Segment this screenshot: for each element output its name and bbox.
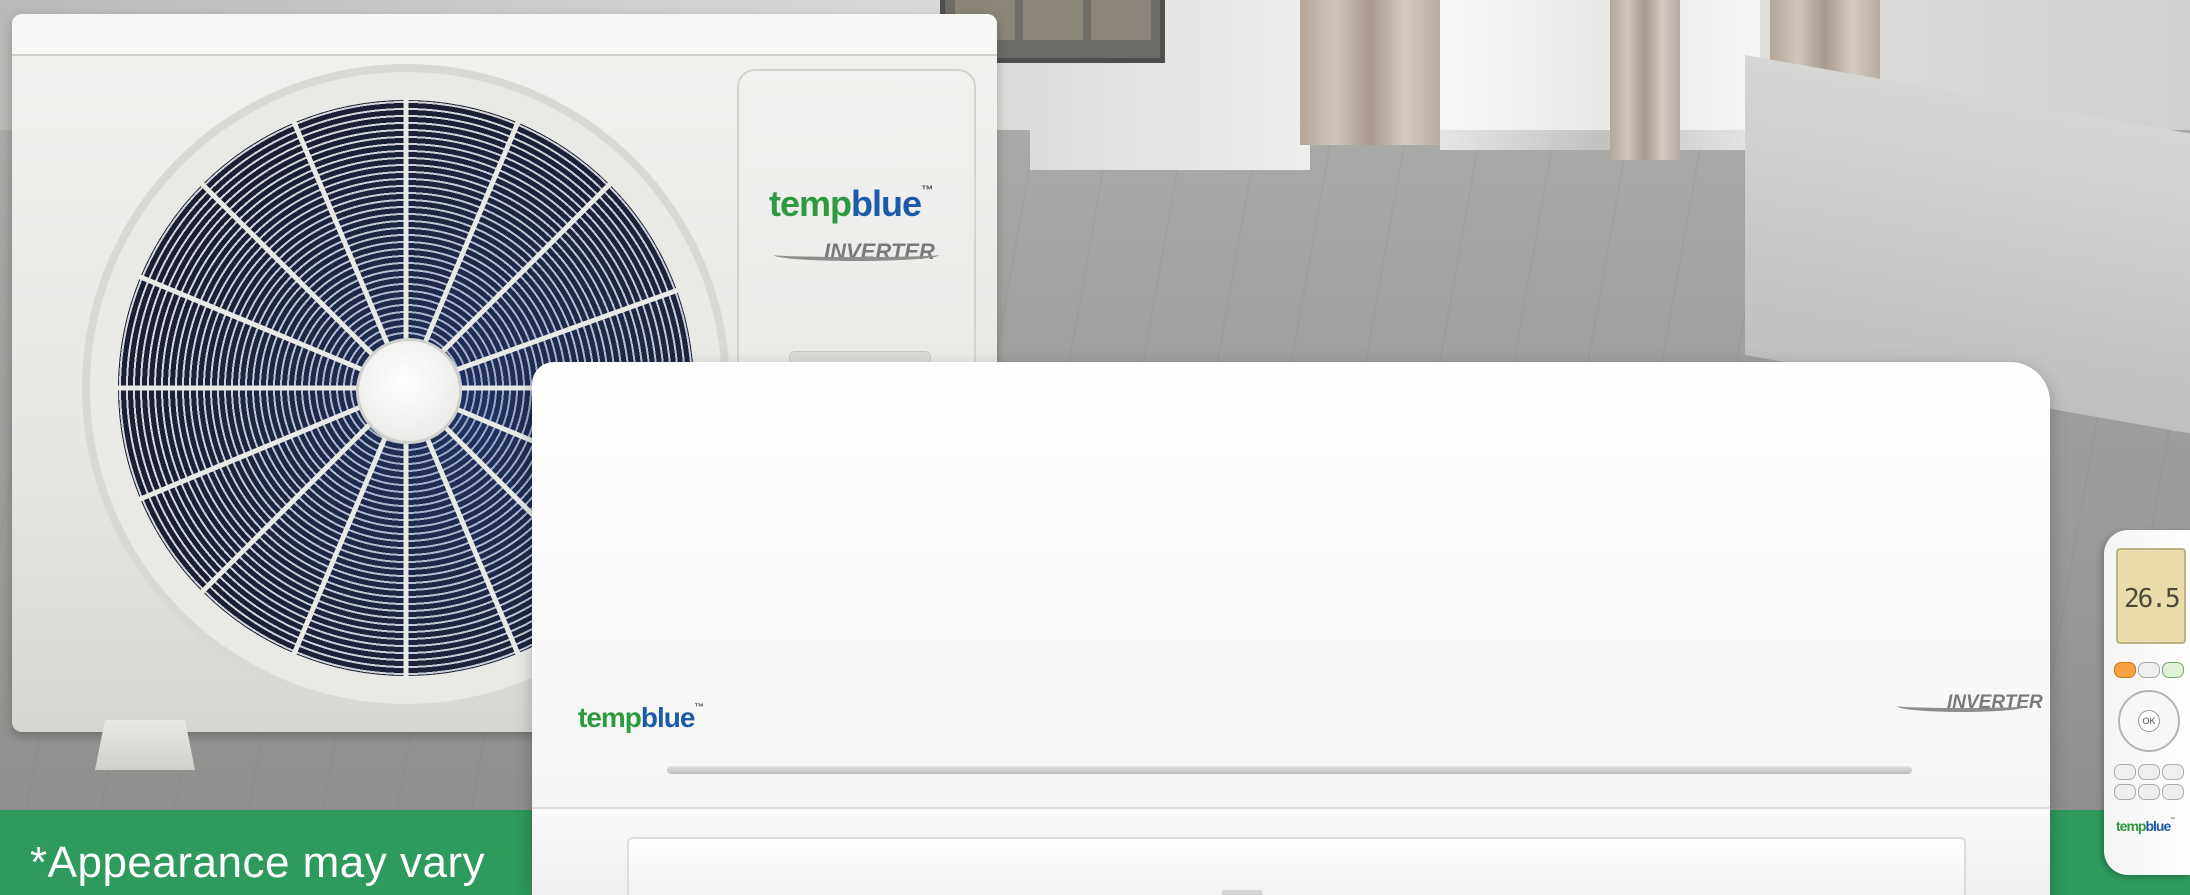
window-pane [1091, 0, 1151, 40]
air-louver [627, 837, 1966, 895]
appearance-disclaimer: *Appearance may vary [30, 838, 486, 887]
remote-button [2138, 764, 2160, 780]
tempblue-logo: tempblue™ [769, 183, 934, 224]
indoor-unit: tempblue™ INVERTER [532, 362, 2050, 895]
inverter-swoosh [774, 249, 939, 261]
tempblue-logo: tempblue™ [578, 702, 704, 733]
tempblue-logo: tempblue™ [2116, 818, 2175, 834]
curtain [1610, 0, 1680, 160]
remote-control: 26.5 OK tempblue™ [2104, 530, 2190, 875]
power-button [2114, 662, 2136, 678]
remote-lcd-digits: 26.5 [2124, 584, 2181, 614]
remote-lcd: 26.5 [2116, 548, 2186, 644]
sheer-curtain [1440, 0, 1760, 150]
remote-button [2162, 764, 2184, 780]
louver-tab [1222, 890, 1262, 895]
outdoor-unit-top [12, 14, 997, 56]
window-pane [1023, 0, 1083, 40]
fan-button [2162, 662, 2184, 678]
mode-button [2138, 662, 2160, 678]
remote-button [2114, 764, 2136, 780]
fan-hub [356, 338, 462, 444]
indicator-strip [667, 766, 1912, 774]
outdoor-unit-foot [95, 720, 195, 770]
curtain [1300, 0, 1440, 145]
remote-button [2114, 784, 2136, 800]
remote-button [2138, 784, 2160, 800]
remote-dpad: OK [2118, 690, 2180, 752]
product-photo: tempblue™ INVERTER *Appearance may vary … [0, 0, 2190, 895]
ok-button: OK [2138, 710, 2160, 732]
inverter-swoosh [1897, 700, 2027, 712]
remote-button [2162, 784, 2184, 800]
